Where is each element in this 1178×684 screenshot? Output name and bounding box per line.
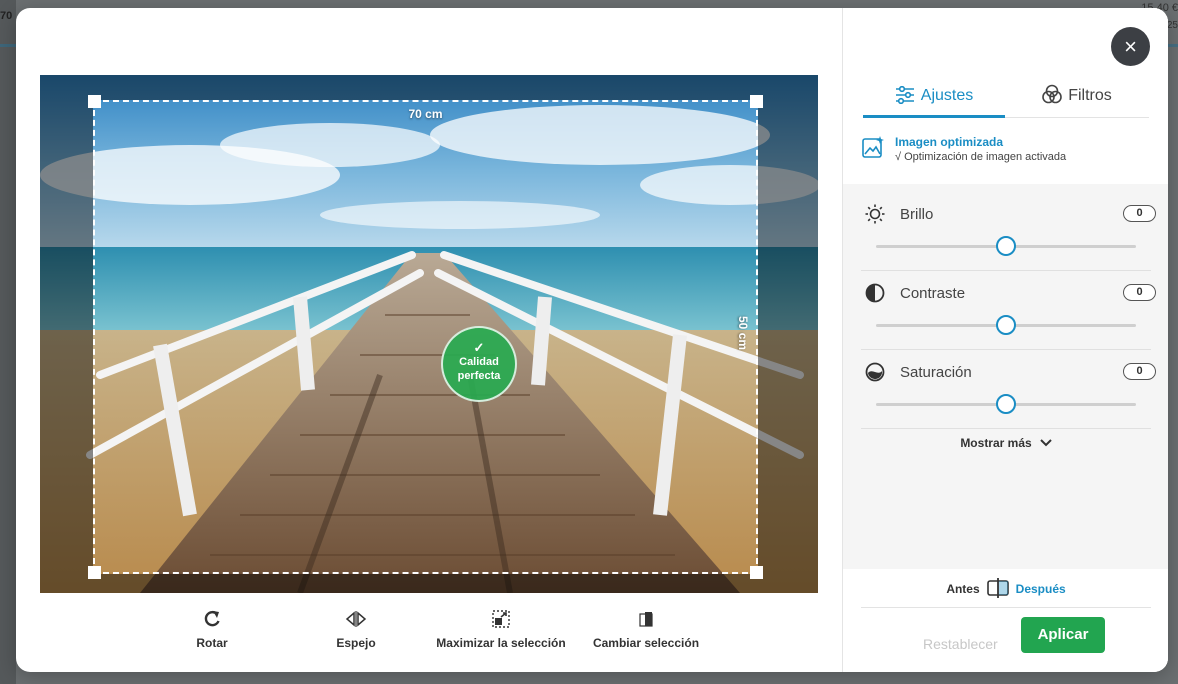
filters-icon: [1042, 84, 1063, 104]
quality-badge-label: Calidad perfecta: [457, 356, 501, 382]
apply-button[interactable]: Aplicar: [1021, 617, 1105, 653]
brillo-label: Brillo: [900, 206, 934, 223]
rotate-label: Rotar: [196, 636, 228, 650]
tab-ajustes[interactable]: Ajustes: [863, 82, 1005, 118]
contraste-thumb[interactable]: [996, 315, 1016, 335]
check-icon: ✓: [473, 340, 485, 355]
change-selection-button[interactable]: Cambiar selección: [576, 610, 716, 650]
mirror-label: Espejo: [336, 636, 376, 650]
tab-filtros[interactable]: Filtros: [1005, 82, 1149, 118]
crop-handle-bottom-right[interactable]: [750, 566, 763, 579]
footer-divider: [861, 607, 1151, 608]
change-selection-icon: [576, 610, 716, 630]
saturacion-value[interactable]: 0: [1123, 363, 1156, 380]
panel-tabs: Ajustes Filtros: [863, 82, 1149, 118]
change-selection-label: Cambiar selección: [592, 636, 700, 650]
show-more-label: Mostrar más: [960, 436, 1032, 450]
mirror-icon: [286, 610, 426, 630]
saturation-icon: [865, 362, 885, 382]
crop-dim-left: [40, 100, 93, 574]
show-more-button[interactable]: Mostrar más: [861, 436, 1151, 450]
close-button[interactable]: ×: [1111, 27, 1150, 66]
maximize-label: Maximizar la selección: [436, 636, 566, 650]
maximize-selection-button[interactable]: Maximizar la selección: [416, 610, 586, 650]
optimized-image-status: Imagen optimizada √ Optimización de imag…: [861, 133, 1151, 173]
crop-height-label: 50 cm: [735, 315, 750, 351]
crop-dim-bottom: [40, 574, 818, 593]
crop-dim-top: [40, 75, 818, 100]
brightness-icon: [865, 204, 885, 224]
optimized-title: Imagen optimizada: [895, 135, 1004, 149]
adjustment-sliders: Brillo 0 Contraste 0 Saturación 0: [861, 192, 1156, 429]
background-price-sub: 25: [1166, 20, 1178, 31]
saturacion-thumb[interactable]: [996, 394, 1016, 414]
image-editor-modal: 70 cm 50 cm ✓ Calidad perfecta Rotar Esp…: [16, 8, 1168, 672]
compare-icon: [986, 578, 1009, 598]
slider-contraste: Contraste 0: [861, 271, 1156, 350]
before-label: Antes: [946, 582, 980, 596]
chevron-down-icon: [1039, 436, 1052, 450]
contraste-label: Contraste: [900, 285, 966, 302]
slider-saturacion: Saturación 0: [861, 350, 1156, 429]
tab-ajustes-label: Ajustes: [920, 87, 974, 104]
magic-image-icon: [862, 136, 884, 158]
brillo-thumb[interactable]: [996, 236, 1016, 256]
crop-handle-bottom-left[interactable]: [88, 566, 101, 579]
panel-footer: Antes Después Restablecer Aplicar: [843, 569, 1168, 672]
optimized-subtitle: √ Optimización de imagen activada: [895, 151, 1067, 163]
contrast-icon: [865, 283, 885, 303]
background-left-edge: 70: [0, 0, 16, 684]
crop-selection[interactable]: 70 cm 50 cm ✓ Calidad perfecta: [88, 95, 763, 579]
crop-width-label: 70 cm: [408, 107, 443, 121]
reset-button[interactable]: Restablecer: [923, 636, 998, 652]
adjustments-panel: × Ajustes Filtros Imagen optimizada √ Op…: [842, 8, 1168, 672]
tab-filtros-label: Filtros: [1068, 87, 1112, 104]
before-after-toggle[interactable]: Antes Después: [843, 577, 1168, 599]
sliders-icon: [895, 85, 914, 105]
maximize-icon: [416, 610, 586, 630]
contraste-value[interactable]: 0: [1123, 284, 1156, 301]
crop-dim-right: [758, 100, 818, 574]
after-label: Después: [1015, 582, 1066, 596]
saturacion-label: Saturación: [900, 364, 972, 381]
image-canvas[interactable]: 70 cm 50 cm ✓ Calidad perfecta: [40, 75, 818, 593]
background-left-text: 70: [0, 10, 13, 22]
mirror-button[interactable]: Espejo: [286, 610, 426, 650]
slider-brillo: Brillo 0: [861, 192, 1156, 271]
brillo-value[interactable]: 0: [1123, 205, 1156, 222]
quality-badge: ✓ Calidad perfecta: [441, 326, 517, 402]
rotate-button[interactable]: Rotar: [142, 610, 282, 650]
rotate-icon: [142, 610, 282, 630]
